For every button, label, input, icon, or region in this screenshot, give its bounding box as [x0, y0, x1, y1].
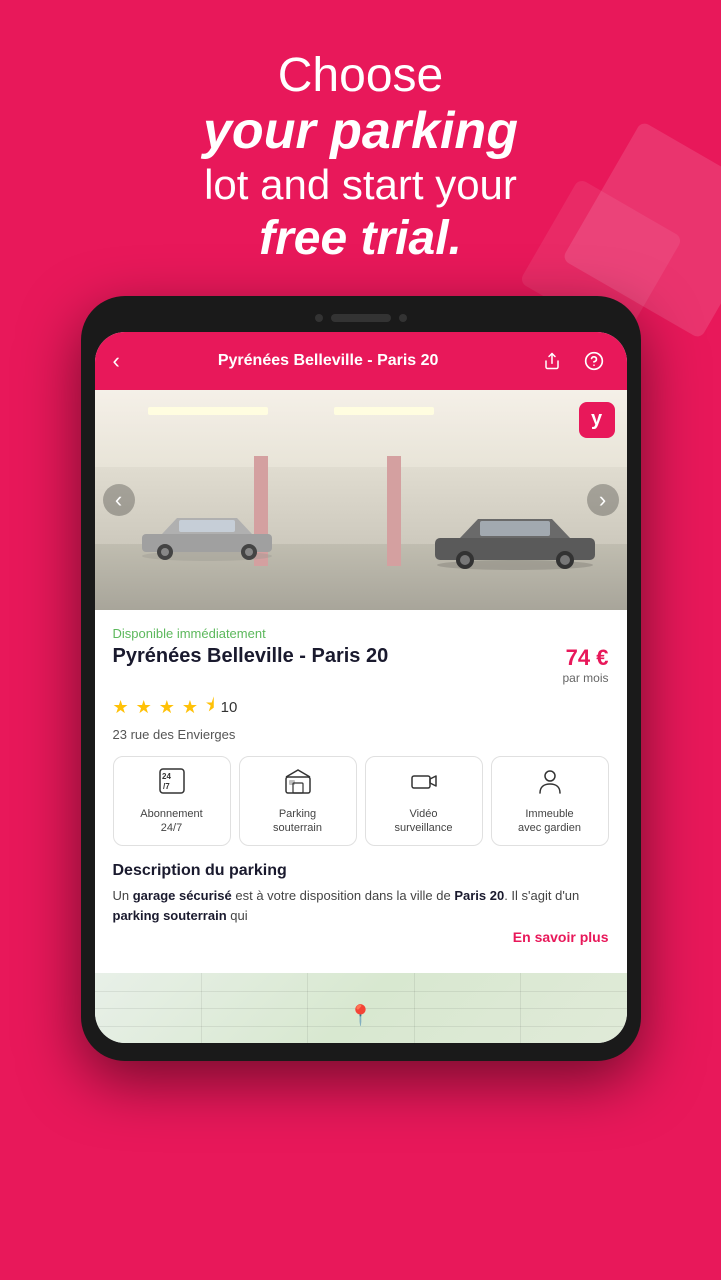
parking-address: 23 rue des Envierges: [113, 727, 609, 742]
parked-car-1: [137, 506, 277, 561]
map-preview[interactable]: 📍: [95, 973, 627, 1043]
parking-column-2: [387, 456, 401, 566]
read-more-link[interactable]: En savoir plus: [113, 929, 609, 945]
description-text: Un garage sécurisé est à votre dispositi…: [113, 886, 609, 925]
star-3: ★: [159, 697, 176, 718]
star-1: ★: [113, 697, 130, 718]
ceiling-light-2: [334, 407, 434, 415]
brand-logo: y: [579, 402, 615, 438]
rating-row: ★ ★ ★ ★ ⯨ 10: [113, 693, 609, 723]
phone-body: ‹ Pyrénées Belleville - Paris 20: [81, 296, 641, 1062]
app-header: ‹ Pyrénées Belleville - Paris 20: [95, 332, 627, 390]
feature-guardian: Immeubleavec gardien: [491, 756, 609, 847]
parking-ceiling: [95, 390, 627, 467]
parking-title-row: Pyrénées Belleville - Paris 20 74 € par …: [113, 645, 609, 685]
help-button[interactable]: [579, 346, 609, 376]
description-section: Description du parking Un garage sécuris…: [113, 862, 609, 945]
star-4: ★: [182, 697, 199, 718]
header-line4: free trial.: [60, 211, 661, 266]
phone-notch: [95, 314, 627, 322]
phone-screen: ‹ Pyrénées Belleville - Paris 20: [95, 332, 627, 1044]
help-icon: [584, 351, 604, 371]
header-section: Choose your parking lot and start your f…: [0, 0, 721, 296]
feature-icon-garage: [284, 767, 312, 801]
content-area: Disponible immédiatement Pyrénées Bellev…: [95, 610, 627, 974]
feature-label-guardian: Immeubleavec gardien: [518, 807, 581, 836]
feature-underground: Parkingsouterrain: [239, 756, 357, 847]
price-block: 74 € par mois: [562, 645, 608, 685]
header-line2: your parking: [60, 103, 661, 160]
map-grid-v4: [520, 973, 521, 1043]
notch-dot-1: [315, 314, 323, 322]
app-title: Pyrénées Belleville - Paris 20: [132, 352, 525, 370]
star-half: ⯨: [205, 693, 215, 723]
star-2: ★: [136, 697, 153, 718]
parking-name: Pyrénées Belleville - Paris 20: [113, 645, 389, 668]
back-button[interactable]: ‹: [113, 348, 120, 374]
feature-label-247: Abonnement24/7: [140, 807, 202, 836]
share-button[interactable]: [537, 346, 567, 376]
feature-label-underground: Parkingsouterrain: [273, 807, 322, 836]
description-title: Description du parking: [113, 862, 609, 880]
map-grid-v3: [414, 973, 415, 1043]
share-icon: [543, 352, 561, 370]
phone-mockup: ‹ Pyrénées Belleville - Paris 20: [0, 296, 721, 1062]
price-unit: par mois: [562, 671, 608, 685]
price-value: 74 €: [562, 645, 608, 671]
svg-text:24: 24: [162, 772, 171, 781]
notch-speaker: [331, 314, 391, 322]
header-line1: Choose: [60, 48, 661, 103]
parking-image-area: ‹ › y: [95, 390, 627, 610]
feature-247: 24 /7 Abonnement24/7: [113, 756, 231, 847]
image-nav-right[interactable]: ›: [587, 484, 619, 516]
rating-count: 10: [221, 699, 238, 716]
parked-car-2: [430, 505, 600, 570]
map-location-pin: 📍: [348, 1003, 373, 1028]
feature-icon-camera: [410, 767, 438, 801]
features-row: 24 /7 Abonnement24/7: [113, 756, 609, 847]
feature-label-video: Vidéosurveillance: [394, 807, 452, 836]
availability-status: Disponible immédiatement: [113, 626, 609, 641]
map-grid-v2: [307, 973, 308, 1043]
svg-text:/7: /7: [163, 782, 170, 791]
ceiling-light-1: [148, 407, 268, 415]
image-nav-left[interactable]: ‹: [103, 484, 135, 516]
feature-icon-247: 24 /7: [158, 767, 186, 801]
parking-photo: [95, 390, 627, 610]
map-grid-h1: [95, 991, 627, 992]
feature-icon-person: [536, 767, 564, 801]
notch-dot-2: [399, 314, 407, 322]
header-line3: lot and start your: [60, 160, 661, 210]
feature-video: Vidéosurveillance: [365, 756, 483, 847]
map-grid-v1: [201, 973, 202, 1043]
